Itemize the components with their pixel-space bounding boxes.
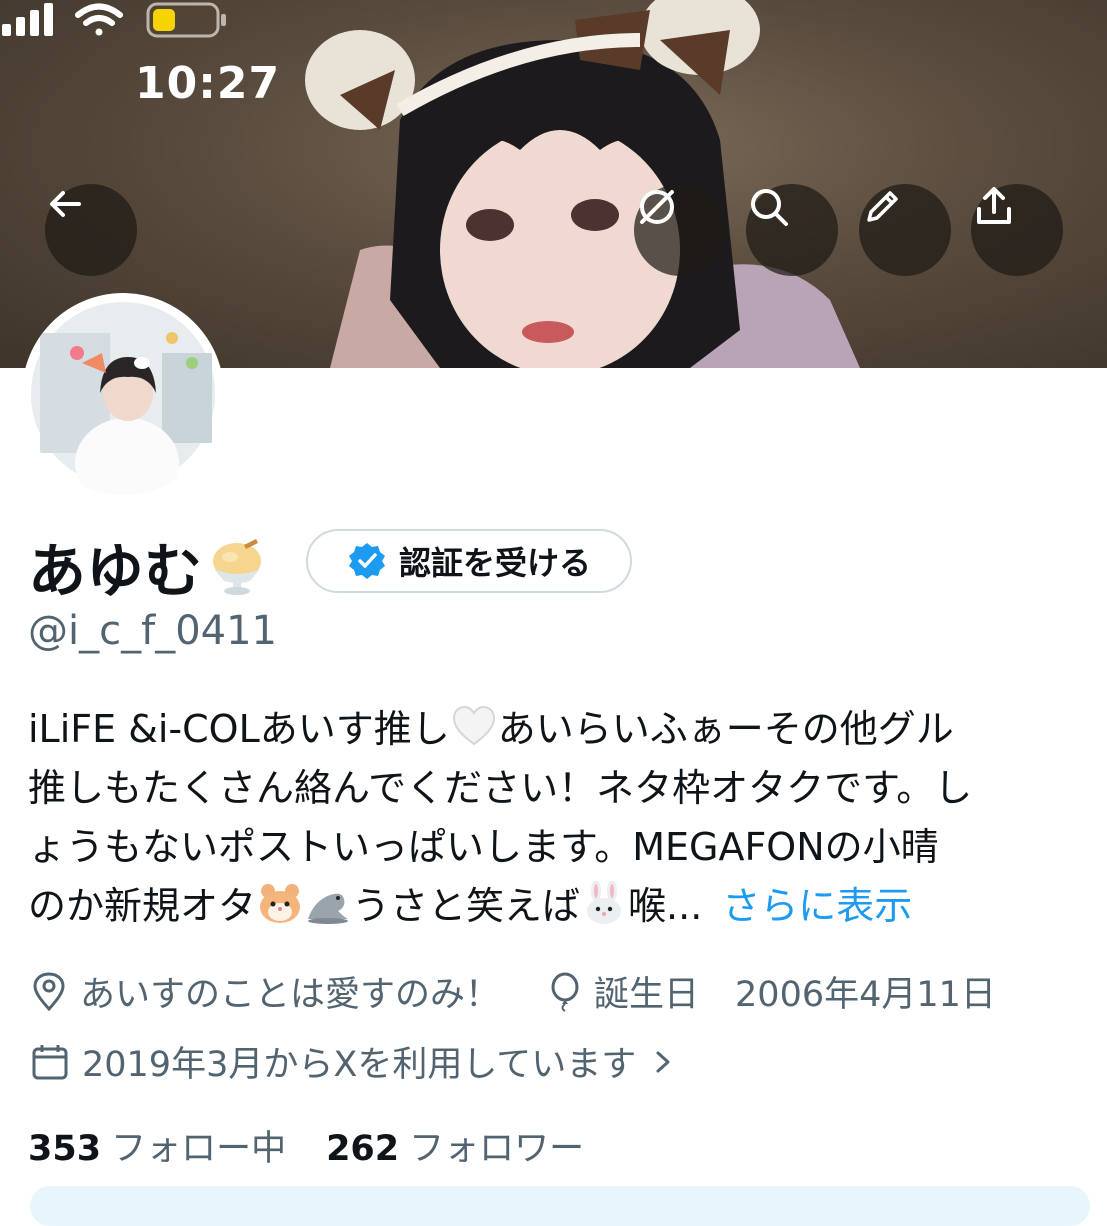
avatar-photo: [31, 302, 215, 495]
chevron-right-icon: [656, 1051, 670, 1072]
status-icons: [2, 2, 226, 38]
bio-line-1: iLiFE &i-COLあいす推し あいらいふぁーその他グル: [28, 700, 1088, 759]
info-card[interactable]: [30, 1186, 1090, 1226]
follow-counts: 353 フォロー中 262 フォロワー: [28, 1120, 584, 1171]
grok-button[interactable]: [634, 184, 726, 276]
share-button[interactable]: [971, 184, 1063, 276]
profile-meta-row-1: あいすのことは愛すのみ！ 誕生日 2006年4月11日: [30, 966, 996, 1017]
bio-line-3: ょうもないポストいっぱいします。MEGAFONの小晴: [28, 825, 939, 869]
display-name-text: あゆむ: [28, 537, 203, 605]
calendar-icon: [32, 1044, 68, 1079]
get-verified-button[interactable]: 認証を受ける: [306, 529, 632, 593]
search-icon: [751, 189, 788, 226]
status-time: 10:27: [135, 58, 281, 109]
username-handle: @i_c_f_0411: [28, 608, 277, 654]
bio-line-4: のか新規オタ うさと笑えば 喉... さらに表示: [28, 877, 1088, 936]
hamster-emoji: [260, 884, 301, 923]
followers-label: フォロワー: [409, 1129, 585, 1169]
signal-icon: [2, 3, 53, 36]
wifi-icon: [75, 3, 123, 36]
bio-line-2: 推しもたくさん絡んでください！ネタ枠オタクです。し: [28, 766, 973, 810]
balloon-icon: [551, 972, 579, 1012]
white-heart-emoji: [452, 705, 495, 746]
search-button[interactable]: [746, 184, 838, 276]
bio: iLiFE &i-COLあいす推し あいらいふぁーその他グル 推しもたくさん絡んで…: [28, 700, 1088, 936]
joined-row[interactable]: 2019年3月からXを利用しています: [30, 1036, 690, 1087]
birthday-value: 2006年4月11日: [735, 975, 996, 1015]
seal-emoji: [308, 893, 349, 924]
location-pin-icon: [33, 971, 65, 1011]
birthday-label: 誕生日: [594, 975, 700, 1015]
back-button[interactable]: [45, 184, 137, 276]
avatar[interactable]: [22, 293, 224, 495]
battery-icon: [146, 2, 226, 38]
arrow-left-icon: [50, 191, 81, 217]
followers-link[interactable]: 262 フォロワー: [326, 1120, 584, 1171]
verified-badge-icon: [348, 543, 385, 579]
grok-icon: [640, 190, 674, 224]
display-name: あゆむ: [28, 524, 268, 608]
get-verified-label: 認証を受ける: [398, 544, 591, 582]
edit-button[interactable]: [859, 184, 951, 276]
followers-count: 262: [326, 1129, 400, 1169]
pencil-icon: [867, 191, 898, 222]
location-text: あいすのことは愛すのみ！: [80, 975, 501, 1015]
following-count: 353: [28, 1129, 102, 1169]
following-link[interactable]: 353 フォロー中: [28, 1120, 286, 1171]
ice-cream-emoji: [213, 539, 262, 595]
rabbit-emoji: [587, 881, 622, 924]
following-label: フォロー中: [111, 1129, 287, 1169]
show-more-link[interactable]: さらに表示: [722, 884, 912, 928]
joined-text: 2019年3月からXを利用しています: [82, 1045, 637, 1085]
share-icon: [977, 187, 1011, 224]
